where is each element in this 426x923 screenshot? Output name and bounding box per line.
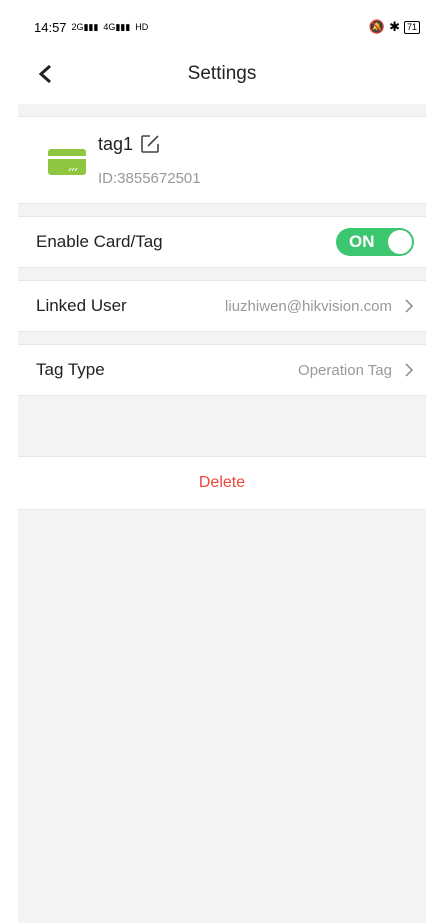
enable-toggle[interactable]: ON xyxy=(336,228,414,256)
header: Settings xyxy=(18,44,426,104)
bluetooth-icon: ✱ xyxy=(389,19,400,34)
card-icon xyxy=(48,149,86,175)
back-icon[interactable] xyxy=(36,62,56,86)
status-bar: 14:57 2G▮▮▮ 4G▮▮▮ HD 🔕 ✱ 71 xyxy=(18,10,426,44)
tag-id: ID:3855672501 xyxy=(98,170,201,187)
signal-icon: 2G▮▮▮ xyxy=(71,21,99,32)
page-title: Settings xyxy=(187,63,257,84)
mute-icon: 🔕 xyxy=(368,19,386,34)
signal-icon: 4G▮▮▮ xyxy=(103,21,131,32)
signal-tag: 4G xyxy=(103,21,116,32)
linked-user-label: Linked User xyxy=(36,296,127,315)
linked-user-value: liuzhiwen@hikvision.com xyxy=(225,297,392,315)
tag-type-row[interactable]: Tag Type Operation Tag xyxy=(18,344,426,396)
toggle-knob xyxy=(388,230,412,254)
status-time: 14:57 xyxy=(34,19,67,35)
tag-type-label: Tag Type xyxy=(36,360,105,379)
edit-icon[interactable] xyxy=(139,133,161,155)
chevron-right-icon xyxy=(405,299,414,313)
tag-info-card: tag1 ID:3855672501 xyxy=(18,116,426,204)
phone-screen: 14:57 2G▮▮▮ 4G▮▮▮ HD 🔕 ✱ 71 Settings tag… xyxy=(18,10,426,923)
enable-card-row: Enable Card/Tag ON xyxy=(18,216,426,268)
network-label: HD xyxy=(135,22,149,32)
tag-type-value: Operation Tag xyxy=(298,361,392,379)
tag-name: tag1 xyxy=(98,133,134,154)
enable-card-label: Enable Card/Tag xyxy=(36,232,163,251)
linked-user-row[interactable]: Linked User liuzhiwen@hikvision.com xyxy=(18,280,426,332)
delete-label: Delete xyxy=(198,474,246,491)
chevron-right-icon xyxy=(405,363,414,377)
signal-tag: 2G xyxy=(71,21,84,32)
battery-icon: 71 xyxy=(403,20,420,34)
toggle-state-label: ON xyxy=(349,232,375,251)
delete-button[interactable]: Delete xyxy=(18,456,426,510)
